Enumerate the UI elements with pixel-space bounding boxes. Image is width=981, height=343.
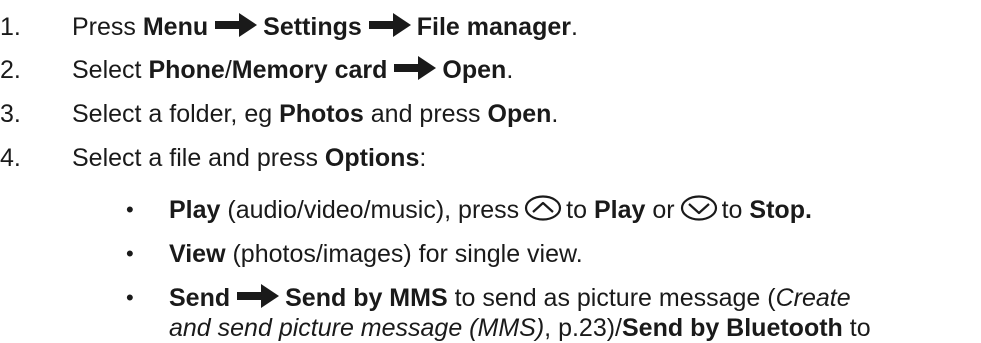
send-by-mms-label: Send by MMS: [285, 284, 448, 312]
bullet: •: [126, 197, 134, 222]
memory-card-label: Memory card: [231, 56, 388, 84]
step-text: Select a file and press Options:: [72, 144, 427, 172]
step-text: Press Menu Settings File manager.: [72, 13, 578, 41]
view-label: View: [169, 240, 226, 268]
up-navigation-key-icon: [525, 195, 562, 221]
reference-link-text: Create: [775, 284, 851, 312]
phone-label: Phone: [148, 56, 225, 84]
step-number: 3.: [0, 100, 21, 128]
open-label: Open: [442, 56, 507, 84]
step-number: 4.: [0, 144, 21, 172]
send-label: Send: [169, 284, 231, 312]
stop-label: Stop.: [749, 196, 812, 224]
menu-label: Menu: [142, 13, 209, 41]
option-text: View (photos/images) for single view.: [169, 240, 583, 268]
step-number: 1.: [0, 13, 21, 41]
right-arrow-icon: [394, 56, 437, 80]
settings-label: Settings: [263, 13, 362, 41]
step-text: Select Phone/Memory card Open.: [72, 56, 514, 84]
down-navigation-key-icon: [680, 195, 717, 221]
play-label: Play: [593, 196, 646, 224]
options-label: Options: [324, 144, 420, 172]
play-label: Play: [169, 196, 221, 224]
send-by-bluetooth-label: Send by Bluetooth: [622, 314, 843, 342]
step-text: Select a folder, eg Photos and press Ope…: [72, 100, 559, 128]
reference-link-text: and send picture message (MMS): [169, 314, 545, 342]
right-arrow-icon: [237, 284, 280, 308]
open-label: Open: [487, 100, 552, 128]
option-text: Play (audio/video/music), press to Play o…: [169, 195, 812, 224]
step-number: 2.: [0, 56, 21, 84]
photos-label: Photos: [279, 100, 364, 128]
bullet: •: [126, 285, 134, 310]
option-text: and send picture message (MMS), p.23)/Se…: [169, 314, 871, 342]
bullet: •: [126, 241, 134, 266]
option-text: Send Send by MMS to send as picture messa…: [169, 284, 851, 312]
right-arrow-icon: [215, 13, 258, 37]
right-arrow-icon: [368, 13, 411, 37]
file-manager-label: File manager: [416, 13, 571, 41]
